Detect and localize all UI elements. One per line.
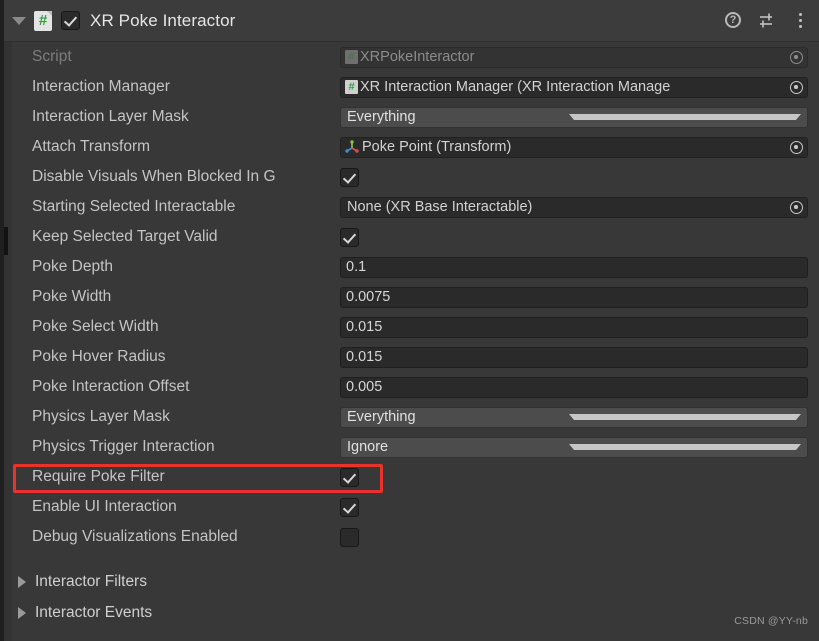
property-row-poke-hover-radius: Poke Hover Radius 0.015 [12,342,819,372]
poke-depth-input[interactable]: 0.1 [340,256,808,278]
foldout-section: Interactor Filters Interactor Events [12,566,819,628]
property-value: XR Interaction Manager (XR Interaction M… [360,79,671,95]
property-row-physics-trigger-interaction: Physics Trigger Interaction Ignore [12,432,819,462]
poke-select-width-input[interactable]: 0.015 [340,316,808,338]
property-label: Poke Depth [32,258,113,275]
csharp-script-icon: # [345,80,358,94]
property-row-attach-transform: Attach Transform Poke Point (Transform) [12,132,819,162]
transform-gizmo-icon [345,140,360,154]
object-picker-icon[interactable] [785,78,807,97]
chevron-down-icon [569,444,801,450]
property-row-poke-interaction-offset: Poke Interaction Offset 0.005 [12,372,819,402]
component-title: XR Poke Interactor [90,10,236,30]
preset-settings-icon[interactable] [758,12,776,30]
property-list: Script # XRPokeInteractor Interaction Ma… [12,42,819,552]
property-row-require-poke-filter: Require Poke Filter [12,462,819,492]
property-row-disable-visuals-when-blocked: Disable Visuals When Blocked In G [12,162,819,192]
poke-interaction-offset-input[interactable]: 0.005 [340,376,808,398]
property-label: Enable UI Interaction [32,498,177,515]
script-object-field[interactable]: # XRPokeInteractor [340,46,808,68]
header-icon-group: ? [725,11,809,30]
object-picker-icon[interactable] [785,138,807,157]
property-value: 0.0075 [346,289,391,305]
property-value: Everything [347,409,416,425]
expand-triangle-icon[interactable] [12,16,26,25]
property-row-poke-width: Poke Width 0.0075 [12,282,819,312]
interaction-manager-object-field[interactable]: # XR Interaction Manager (XR Interaction… [340,76,808,98]
property-label: Physics Layer Mask [32,408,170,425]
interaction-layer-mask-dropdown[interactable]: Everything [340,106,808,128]
chevron-right-icon [18,575,26,588]
property-label: Starting Selected Interactable [32,198,236,215]
enable-ui-interaction-checkbox[interactable] [340,497,359,517]
poke-hover-radius-input[interactable]: 0.015 [340,346,808,368]
property-row-keep-selected-target-valid: Keep Selected Target Valid [12,222,819,252]
component-enabled-checkbox[interactable] [61,11,80,30]
watermark: CSDN @YY-nb [734,615,808,627]
chevron-down-icon [569,114,801,120]
physics-trigger-interaction-dropdown[interactable]: Ignore [340,436,808,458]
property-label: Poke Width [32,288,112,305]
poke-width-input[interactable]: 0.0075 [340,286,808,308]
property-value: Ignore [347,439,389,455]
require-poke-filter-checkbox-cell [340,467,808,488]
property-value: Poke Point (Transform) [362,139,512,155]
component-gutter [4,42,12,641]
chevron-down-icon [569,414,801,420]
property-row-interaction-manager: Interaction Manager # XR Interaction Man… [12,72,819,102]
object-picker-icon[interactable] [785,198,807,217]
help-icon[interactable]: ? [725,11,743,30]
property-row-script: Script # XRPokeInteractor [12,42,819,72]
enable-ui-interaction-checkbox-cell [340,497,808,518]
foldout-label: Interactor Events [35,603,153,621]
property-label: Require Poke Filter [32,468,165,485]
foldout-label: Interactor Filters [35,572,147,590]
csharp-script-icon: # [34,10,52,31]
property-value: 0.005 [346,379,383,395]
foldout-interactor-events[interactable]: Interactor Events [12,597,819,628]
property-label: Poke Hover Radius [32,348,166,365]
chevron-right-icon [18,606,26,619]
disable-visuals-checkbox-cell [340,167,808,188]
property-row-poke-select-width: Poke Select Width 0.015 [12,312,819,342]
property-value: Everything [347,109,416,125]
property-value: XRPokeInteractor [360,49,475,65]
property-value: 0.015 [346,319,383,335]
property-label: Debug Visualizations Enabled [32,528,238,545]
property-row-debug-visualizations-enabled: Debug Visualizations Enabled [12,522,819,552]
property-label: Physics Trigger Interaction [32,438,215,455]
property-label: Interaction Layer Mask [32,108,189,125]
foldout-interactor-filters[interactable]: Interactor Filters [12,566,819,597]
kebab-menu-icon[interactable] [791,12,809,30]
property-label: Poke Select Width [32,318,159,335]
csharp-script-icon: # [345,50,358,64]
disable-visuals-checkbox[interactable] [340,167,359,187]
gutter-notch [4,227,8,255]
object-picker-icon[interactable] [785,48,807,67]
physics-layer-mask-dropdown[interactable]: Everything [340,406,808,428]
property-label: Interaction Manager [32,78,170,95]
require-poke-filter-checkbox[interactable] [340,467,359,487]
property-value: 0.1 [346,259,367,275]
property-label: Disable Visuals When Blocked In G [32,168,276,185]
property-value: None (XR Base Interactable) [347,199,533,215]
keep-selected-target-valid-checkbox-cell [340,227,808,248]
property-value: 0.015 [346,349,383,365]
attach-transform-object-field[interactable]: Poke Point (Transform) [340,136,808,158]
property-row-starting-selected-interactable: Starting Selected Interactable None (XR … [12,192,819,222]
property-row-interaction-layer-mask: Interaction Layer Mask Everything [12,102,819,132]
property-label: Keep Selected Target Valid [32,228,218,245]
keep-selected-target-valid-checkbox[interactable] [340,227,359,247]
property-row-poke-depth: Poke Depth 0.1 [12,252,819,282]
property-row-physics-layer-mask: Physics Layer Mask Everything [12,402,819,432]
property-label: Script [32,48,72,65]
component-header[interactable]: # XR Poke Interactor ? [4,0,819,42]
debug-visualizations-checkbox-cell [340,527,808,548]
starting-selected-interactable-object-field[interactable]: None (XR Base Interactable) [340,196,808,218]
property-row-enable-ui-interaction: Enable UI Interaction [12,492,819,522]
debug-visualizations-checkbox[interactable] [340,527,359,547]
unity-inspector-panel: # XR Poke Interactor ? Script # XRPokeIn… [0,0,819,641]
property-label: Attach Transform [32,138,151,155]
property-label: Poke Interaction Offset [32,378,190,395]
